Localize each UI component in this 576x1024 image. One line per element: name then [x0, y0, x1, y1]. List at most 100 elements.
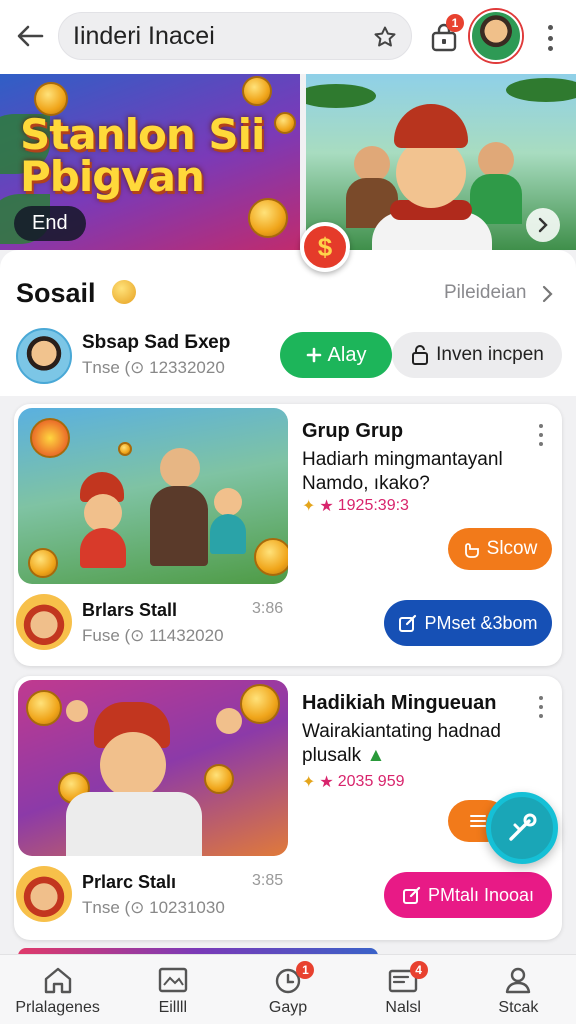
- nav-label: Prlalagenes: [15, 999, 100, 1016]
- post-menu-button[interactable]: [536, 696, 546, 718]
- author-name: Brlars Stall: [82, 600, 178, 620]
- character-head: [214, 488, 242, 516]
- nav-item-games[interactable]: 1 Gayp: [230, 955, 345, 1024]
- user-timestamp: Tnse (⊙ 12332020: [82, 358, 225, 377]
- star-icon: ★: [319, 498, 334, 515]
- post-stat-value: 1925:39:3: [337, 497, 409, 514]
- sparkle-icon: ✦: [302, 774, 316, 791]
- social-section: Sosail Pileideian Sbsap Sad Бхер Tnse (⊙…: [0, 250, 576, 396]
- carousel-next-button[interactable]: [526, 208, 560, 242]
- post-card[interactable]: Grup Grup Hadiarh mingmantayanl Namdo, ı…: [14, 404, 562, 666]
- add-button[interactable]: Alay: [280, 332, 392, 378]
- user-name: Sbsap Sad Бхер: [82, 332, 231, 353]
- more-menu-button[interactable]: [538, 22, 562, 54]
- coin-icon: [28, 548, 58, 578]
- coin-icon: [204, 764, 234, 794]
- floating-action-button[interactable]: [486, 792, 558, 864]
- top-bar: 1: [0, 0, 576, 74]
- search-bar[interactable]: [58, 12, 412, 60]
- add-button-label: Alay: [327, 343, 367, 366]
- nav-item-home[interactable]: Prlalagenes: [0, 955, 115, 1024]
- nav-label: Eillll: [158, 999, 188, 1016]
- nav-badge: 4: [409, 961, 428, 979]
- post-time: 3:86: [252, 600, 284, 617]
- gallery-icon: [158, 967, 187, 993]
- menu-icon: [470, 815, 486, 827]
- coin-icon: [248, 198, 288, 238]
- author-avatar[interactable]: [16, 594, 72, 650]
- leaf-icon: ▲: [366, 745, 386, 766]
- message-button-label: PMset &3bom: [424, 612, 538, 633]
- post-title: Grup Grup: [302, 420, 404, 442]
- character-illustration: [366, 104, 496, 250]
- nav-label: Stcak: [498, 999, 539, 1016]
- nav-item-profile[interactable]: Stcak: [461, 955, 576, 1024]
- character-head: [216, 708, 242, 734]
- coin-icon: [242, 76, 272, 106]
- message-button-label: PMtalı Inooaı: [427, 884, 535, 905]
- search-input[interactable]: [73, 21, 363, 51]
- post-image[interactable]: [18, 680, 288, 856]
- plus-icon: [306, 347, 321, 363]
- coin-icon: [26, 690, 62, 726]
- author-timestamp: Fuse (⊙ 11432020: [82, 626, 224, 645]
- back-button[interactable]: [12, 18, 48, 54]
- show-button-label: Slcow: [486, 538, 538, 559]
- nav-item-inbox[interactable]: 4 Nalsl: [346, 955, 461, 1024]
- character-body: [210, 514, 246, 554]
- section-title: Sosail: [16, 278, 96, 308]
- home-icon: [44, 967, 71, 994]
- nav-label: Nalsl: [385, 999, 421, 1016]
- invite-button[interactable]: Inven incpen: [392, 332, 562, 378]
- nav-item-gallery[interactable]: Eillll: [115, 955, 230, 1024]
- see-all-link[interactable]: Pileideian: [444, 282, 526, 304]
- dollar-coin-icon[interactable]: $: [300, 222, 350, 272]
- user-avatar[interactable]: [16, 328, 72, 384]
- post-time: 3:85: [252, 872, 284, 889]
- post-stat-value: 2035 959: [337, 773, 405, 790]
- cart-badge: 1: [446, 14, 464, 32]
- chevron-right-icon: [538, 217, 548, 233]
- profile-avatar[interactable]: [470, 10, 522, 62]
- coin-icon: [240, 684, 280, 724]
- edit-icon: [402, 886, 421, 904]
- star-icon: [374, 26, 396, 47]
- invite-button-label: Inven incpen: [436, 344, 544, 365]
- coin-icon: [118, 442, 132, 456]
- post-card[interactable]: Hadikiah Mingueuan Wairakiantating hadna…: [14, 676, 562, 940]
- post-description-text: Wairakiantating hadnad plusalk: [302, 721, 501, 766]
- author-timestamp: Tnse (⊙ 10231030: [82, 898, 225, 917]
- sun-icon: [30, 418, 70, 458]
- author-avatar[interactable]: [16, 866, 72, 922]
- person-icon: [506, 967, 531, 994]
- sparkle-icon: ✦: [302, 498, 316, 515]
- promo-banner-left[interactable]: Stanlon Sii Pbigvan End: [0, 74, 300, 250]
- message-button[interactable]: PMset &3bom: [384, 600, 552, 646]
- post-stat: ✦ ★ 1925:39:3: [302, 496, 409, 516]
- character-head: [84, 494, 122, 532]
- favorite-button[interactable]: [371, 23, 399, 51]
- character-body: [80, 528, 126, 568]
- arrow-left-icon: [17, 25, 44, 47]
- edit-icon: [399, 614, 417, 632]
- post-description: Hadiarh mingmantayanl Namdo, ıkako?: [302, 449, 503, 494]
- lock-share-icon: [412, 345, 429, 365]
- post-menu-button[interactable]: [536, 424, 546, 446]
- post-description: Wairakiantating hadnad plusalk ▲: [302, 720, 552, 768]
- show-button[interactable]: Slcow: [448, 528, 552, 570]
- author-name: Prlarc Stalı: [82, 872, 177, 892]
- chevron-right-icon[interactable]: [538, 282, 558, 306]
- banner-title: Stanlon Sii Pbigvan: [20, 110, 265, 201]
- cart-button[interactable]: 1: [424, 14, 464, 58]
- magic-wand-icon: [509, 813, 537, 841]
- message-button[interactable]: PMtalı Inooaı: [384, 872, 552, 918]
- nav-label: Gayp: [268, 999, 308, 1016]
- banner-tag: End: [14, 206, 86, 241]
- post-title: Hadikiah Mingueuan: [302, 692, 497, 714]
- star-icon: ★: [319, 774, 334, 791]
- character-body: [66, 792, 202, 856]
- palm-decoration: [506, 78, 576, 102]
- banner-carousel[interactable]: Stanlon Sii Pbigvan End: [0, 74, 576, 250]
- post-image[interactable]: [18, 408, 288, 584]
- character-head: [100, 732, 166, 798]
